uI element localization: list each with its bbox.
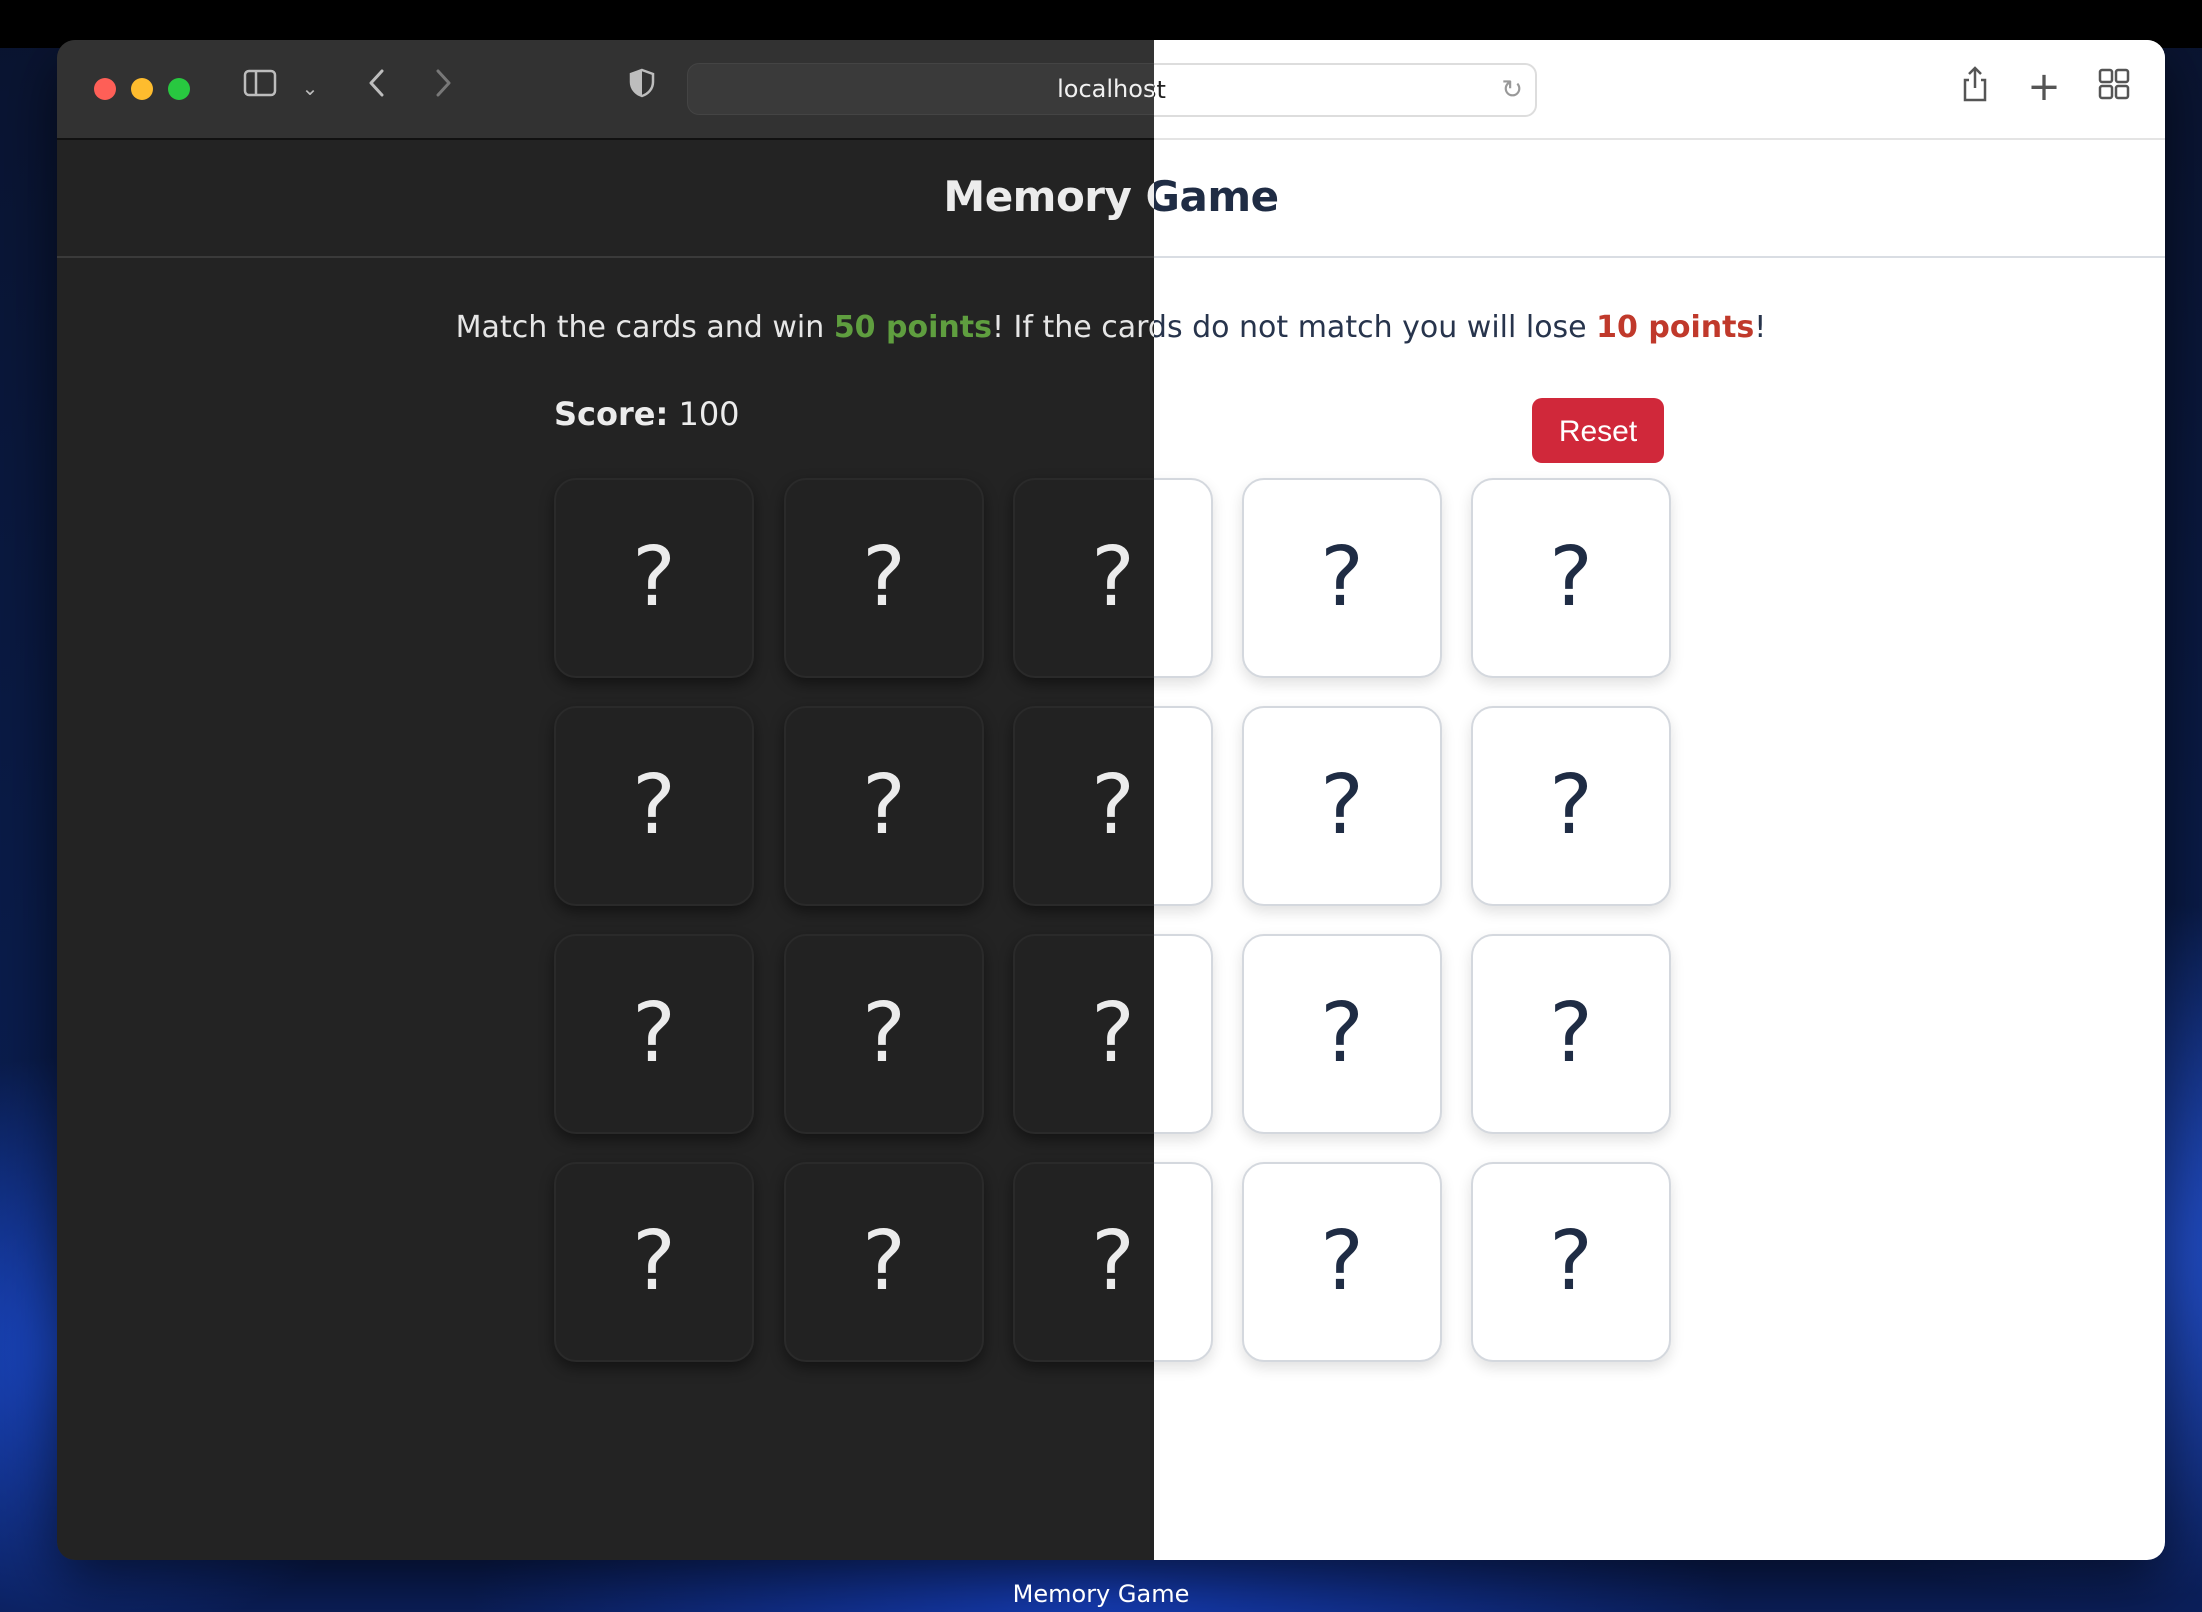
memory-card[interactable]: ? bbox=[554, 1162, 754, 1362]
memory-card[interactable]: ? bbox=[1013, 478, 1154, 678]
page-title: Memory Game bbox=[1154, 172, 1279, 221]
page-header: Memory Game bbox=[1154, 138, 2165, 258]
browser-window: ⌄ localhost ↻ + Memory Game Match the ca… bbox=[57, 40, 2165, 1560]
close-window-button[interactable] bbox=[94, 78, 116, 100]
instructions-text-1: Match the cards and win bbox=[455, 310, 834, 345]
memory-card[interactable]: ? bbox=[1013, 934, 1154, 1134]
memory-card[interactable]: ? bbox=[1242, 706, 1442, 906]
memory-card[interactable]: ? bbox=[1471, 934, 1671, 1134]
win-points: 50 points bbox=[833, 310, 992, 345]
reload-icon[interactable]: ↻ bbox=[1501, 65, 1523, 115]
score-value: 100 bbox=[678, 395, 740, 433]
shield-icon[interactable] bbox=[622, 68, 662, 109]
memory-card[interactable]: ? bbox=[1242, 1162, 1442, 1362]
light-mode-half: ⌄ localhost ↻ + Memory Game Match the ca… bbox=[1154, 40, 2165, 1560]
browser-toolbar: ⌄ localhost ↻ + bbox=[1154, 40, 2165, 140]
browser-toolbar: ⌄ localhost ↻ + bbox=[57, 40, 1154, 140]
memory-card[interactable]: ? bbox=[1471, 706, 1671, 906]
score-display: Score: 100 bbox=[554, 395, 740, 433]
instructions: Match the cards and win 50 points! If th… bbox=[1154, 310, 2165, 345]
instructions-text-3: ! bbox=[1754, 310, 1767, 345]
reset-button[interactable]: Reset bbox=[1532, 398, 1664, 463]
instructions-text-2: ! If the cards do not match you will los… bbox=[991, 310, 1154, 345]
memory-card[interactable]: ? bbox=[1013, 1162, 1154, 1362]
forward-icon[interactable] bbox=[423, 68, 463, 109]
memory-card[interactable]: ? bbox=[554, 478, 754, 678]
back-icon[interactable] bbox=[357, 68, 397, 109]
score-label: Score: bbox=[554, 395, 669, 433]
new-tab-icon[interactable]: + bbox=[2024, 67, 2064, 107]
memory-card[interactable]: ? bbox=[1154, 706, 1213, 906]
memory-card[interactable]: ? bbox=[784, 934, 984, 1134]
memory-card[interactable]: ? bbox=[1242, 478, 1442, 678]
memory-card[interactable]: ? bbox=[784, 1162, 984, 1362]
memory-card[interactable]: ? bbox=[1154, 1162, 1213, 1362]
lose-points: 10 points bbox=[1596, 310, 1755, 345]
memory-card[interactable]: ? bbox=[1154, 478, 1213, 678]
instructions-text-2: ! If the cards do not match you will los… bbox=[1154, 310, 1587, 345]
url-text: localhost bbox=[1154, 76, 1166, 104]
memory-card[interactable]: ? bbox=[1242, 934, 1442, 1134]
dark-mode-half: ⌄ localhost ↻ + Memory Game Match the ca… bbox=[57, 40, 1154, 1560]
page-header: Memory Game bbox=[57, 138, 1154, 258]
page-title: Memory Game bbox=[943, 172, 1154, 221]
url-text: localhost bbox=[1057, 75, 1154, 103]
tab-overview-icon[interactable] bbox=[2094, 68, 2134, 111]
address-bar[interactable]: localhost ↻ bbox=[687, 63, 1154, 115]
memory-card[interactable]: ? bbox=[554, 706, 754, 906]
chevron-down-icon[interactable]: ⌄ bbox=[295, 68, 325, 108]
share-icon[interactable] bbox=[1955, 66, 1995, 113]
memory-card[interactable]: ? bbox=[554, 934, 754, 1134]
memory-card[interactable]: ? bbox=[784, 706, 984, 906]
memory-card[interactable]: ? bbox=[1013, 706, 1154, 906]
sidebar-icon[interactable] bbox=[240, 68, 280, 108]
address-bar[interactable]: localhost ↻ bbox=[1154, 63, 1537, 117]
minimize-window-button[interactable] bbox=[131, 78, 153, 100]
dock-app-label: Memory Game bbox=[1012, 1580, 1190, 1608]
memory-card[interactable]: ? bbox=[784, 478, 984, 678]
zoom-window-button[interactable] bbox=[168, 78, 190, 100]
memory-card[interactable]: ? bbox=[1471, 1162, 1671, 1362]
memory-card[interactable]: ? bbox=[1154, 934, 1213, 1134]
instructions: Match the cards and win 50 points! If th… bbox=[57, 310, 1154, 345]
memory-card[interactable]: ? bbox=[1471, 478, 1671, 678]
